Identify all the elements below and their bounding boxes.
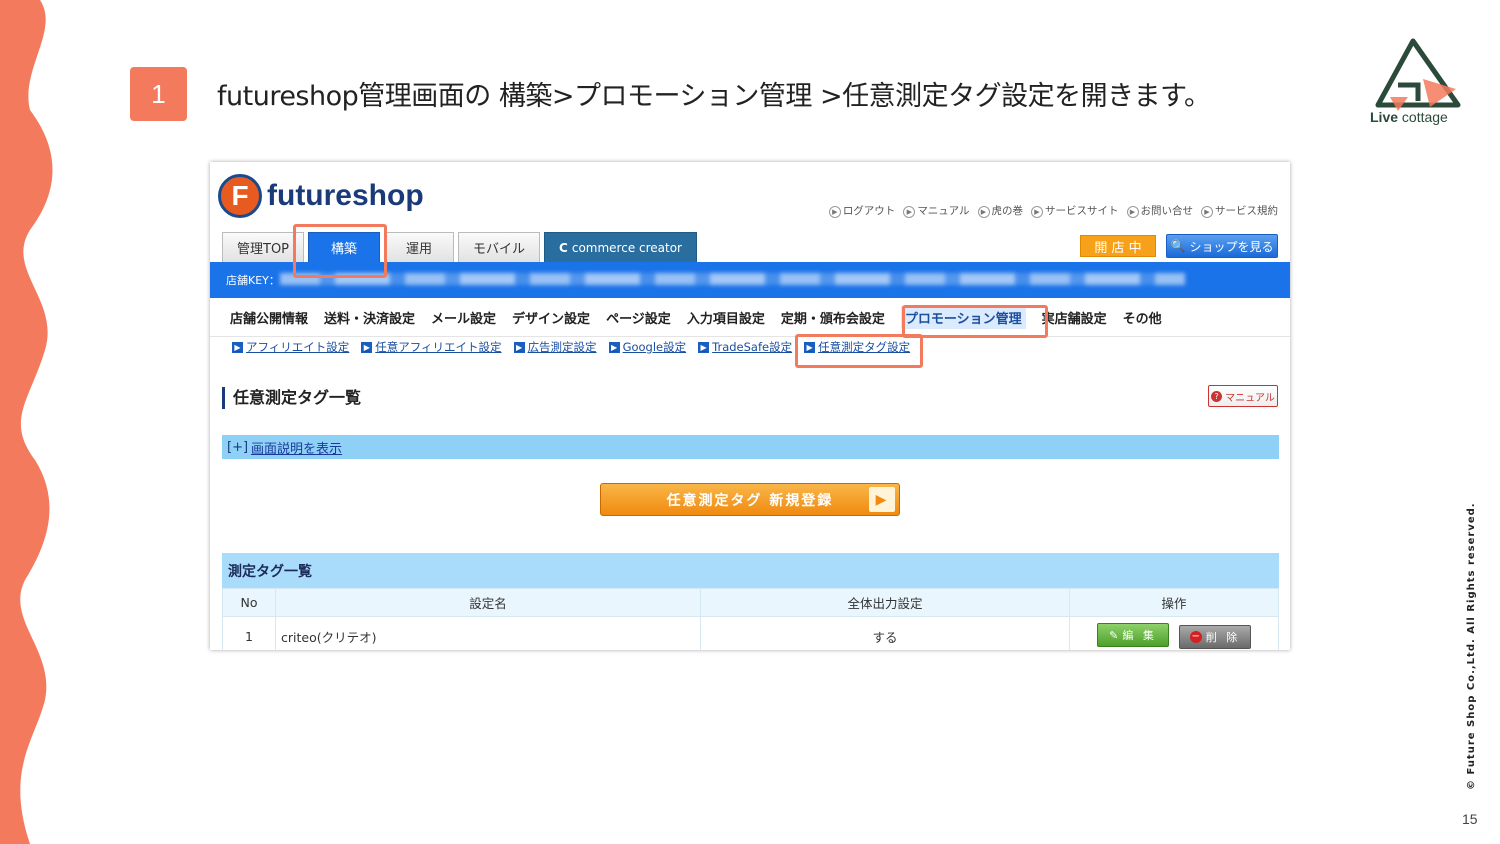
- submenu-tradesafe[interactable]: ▶ TradeSafe設定: [698, 339, 792, 355]
- page-number: 15: [1462, 811, 1478, 827]
- futureshop-logo: F futureshop: [218, 174, 424, 218]
- top-link-manual[interactable]: ▶ マニュアル: [903, 203, 970, 218]
- menu-mail[interactable]: メール設定: [431, 308, 496, 327]
- menu-shipping-payment[interactable]: 送料・決済設定: [324, 308, 415, 327]
- expand-toggle[interactable]: [+]: [227, 440, 248, 455]
- menu-promotion[interactable]: プロモーション管理: [900, 306, 1026, 329]
- arrow-box-icon: ▶: [232, 341, 243, 353]
- menu-other[interactable]: その他: [1123, 308, 1162, 327]
- arrow-box-icon: ▶: [361, 341, 373, 353]
- arrow-right-icon: ▶: [1126, 206, 1139, 218]
- copyright-text: © Future Shop Co.,Ltd. All Rights reserv…: [1466, 502, 1477, 790]
- tag-list-header: 測定タグ一覧: [222, 553, 1279, 588]
- row-actions: ✎ 編 集 − 削 除: [1069, 616, 1279, 650]
- menu-physical-store[interactable]: 実店舗設定: [1042, 308, 1107, 327]
- menu-page[interactable]: ページ設定: [606, 308, 671, 327]
- submenu-google[interactable]: ▶ Google設定: [608, 339, 686, 355]
- decorative-wave: [0, 0, 53, 844]
- submenu-custom-tag[interactable]: ▶ 任意測定タグ設定: [804, 339, 910, 355]
- arrow-box-icon: ▶: [698, 341, 710, 353]
- col-global-output: 全体出力設定: [700, 588, 1070, 617]
- menu-store-info[interactable]: 店舗公開情報: [230, 308, 308, 327]
- tab-mobile[interactable]: モバイル: [458, 232, 541, 262]
- arrow-right-icon: ▶: [903, 206, 916, 218]
- top-link-logout[interactable]: ▶ ログアウト: [828, 203, 895, 218]
- row-output: する: [700, 616, 1070, 650]
- store-status-badge: 開 店 中: [1080, 235, 1156, 257]
- arrow-box-icon: ▶: [804, 341, 816, 353]
- futureshop-admin-screenshot: F futureshop ▶ ログアウト ▶ マニュアル ▶ 虎の巻 ▶ サービスサイト…: [210, 162, 1290, 650]
- brand-name: Live cottage: [1370, 109, 1448, 125]
- arrow-right-icon: ▶: [1201, 206, 1213, 218]
- pencil-icon: ✎: [1109, 628, 1119, 642]
- row-no: 1: [222, 616, 276, 650]
- menu-input-fields[interactable]: 入力項目設定: [687, 308, 765, 327]
- tab-commerce-creator[interactable]: Ccommerce creator: [544, 232, 697, 262]
- col-no: No: [222, 588, 276, 617]
- col-actions: 操作: [1069, 588, 1279, 617]
- section-title: 任意測定タグ一覧: [222, 387, 361, 409]
- top-link-terms[interactable]: ▶ サービス規約: [1201, 203, 1278, 218]
- col-setting-name: 設定名: [275, 588, 701, 617]
- store-key-blurred-value: [280, 273, 1185, 285]
- manual-button[interactable]: ? マニュアル: [1208, 385, 1278, 407]
- futureshop-logo-text: futureshop: [267, 179, 424, 212]
- submenu-custom-affiliate[interactable]: ▶ 任意アフィリエイト設定: [361, 339, 502, 355]
- delete-button[interactable]: − 削 除: [1178, 624, 1251, 649]
- view-shop-button[interactable]: 🔍 ショップを見る: [1166, 234, 1278, 258]
- top-link-service-site[interactable]: ▶ サービスサイト: [1031, 203, 1119, 218]
- main-tabs: 管理TOP 構築 運用 モバイル Ccommerce creator: [222, 232, 697, 262]
- arrow-box-icon: ▶: [513, 341, 525, 353]
- arrow-right-icon: ▶: [977, 206, 990, 218]
- store-key-bar: 店舗KEY：: [210, 262, 1290, 298]
- show-explanation-link[interactable]: 画面説明を表示: [251, 438, 342, 457]
- top-link-guide[interactable]: ▶ 虎の巻: [977, 203, 1023, 218]
- arrow-right-icon: ▶: [869, 487, 895, 512]
- submenu-affiliate[interactable]: ▶ アフィリエイト設定: [232, 339, 349, 355]
- submenu-ad-measurement[interactable]: ▶ 広告測定設定: [513, 339, 597, 355]
- main-menu: 店舗公開情報 送料・決済設定 メール設定 デザイン設定 ページ設定 入力項目設定…: [210, 299, 1290, 337]
- commerce-creator-icon: C: [559, 240, 568, 255]
- store-key-label: 店舗KEY：: [226, 274, 280, 287]
- minus-circle-icon: −: [1189, 630, 1202, 643]
- top-links: ▶ ログアウト ▶ マニュアル ▶ 虎の巻 ▶ サービスサイト ▶ お問い合せ ▶ サービス…: [828, 203, 1278, 218]
- magnifier-icon: 🔍: [1170, 239, 1186, 253]
- edit-button[interactable]: ✎ 編 集: [1097, 623, 1169, 648]
- sub-menu: ▶ アフィリエイト設定 ▶ 任意アフィリエイト設定 ▶ 広告測定設定 ▶ Google設…: [232, 339, 910, 355]
- tab-admin-top[interactable]: 管理TOP: [222, 232, 305, 262]
- tab-operation[interactable]: 運用: [384, 232, 455, 262]
- new-tag-register-button[interactable]: 任意測定タグ 新規登録 ▶: [600, 483, 900, 516]
- question-icon: ?: [1211, 390, 1223, 402]
- tab-build[interactable]: 構築: [308, 232, 381, 262]
- step-instruction: futureshop管理画面の 構築>プロモーション管理 >任意測定タグ設定を開…: [217, 81, 1211, 112]
- table-row: 1 criteo(クリテオ) する ✎ 編 集 − 削 除: [222, 616, 1279, 650]
- menu-subscription[interactable]: 定期・頒布会設定: [781, 308, 885, 327]
- menu-design[interactable]: デザイン設定: [512, 308, 590, 327]
- arrow-box-icon: ▶: [608, 341, 620, 353]
- arrow-right-icon: ▶: [1031, 206, 1043, 218]
- top-link-contact[interactable]: ▶ お問い合せ: [1126, 203, 1193, 218]
- row-name: criteo(クリテオ): [275, 616, 701, 650]
- futureshop-f-icon: F: [218, 174, 262, 218]
- tag-table: No 設定名 全体出力設定 操作 1 criteo(クリテオ) する ✎ 編 集 …: [222, 588, 1279, 650]
- step-number-badge: 1: [130, 67, 187, 121]
- arrow-right-icon: ▶: [828, 206, 841, 218]
- explain-bar: [+] 画面説明を表示: [222, 435, 1279, 459]
